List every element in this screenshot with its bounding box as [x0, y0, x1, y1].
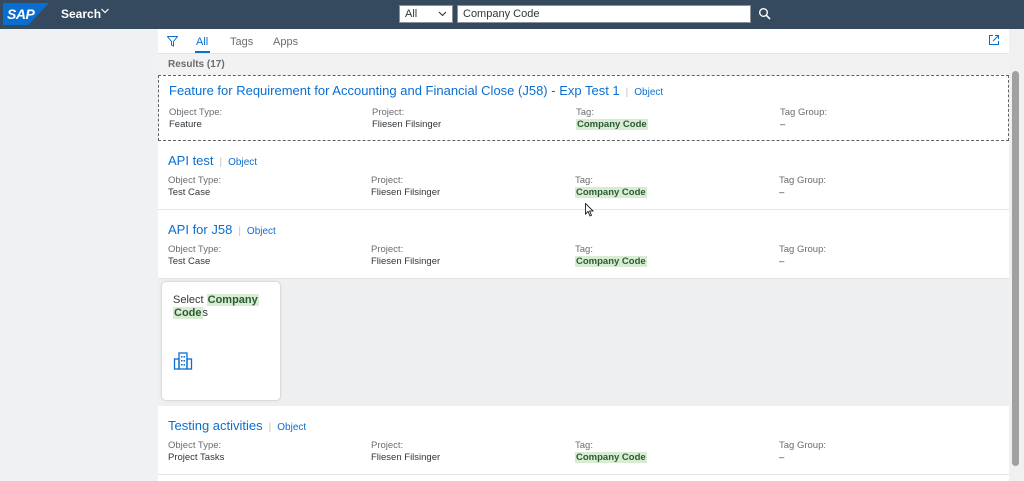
- attr-tag-group: Tag Group: –: [780, 107, 827, 130]
- attr-value: Feature: [169, 119, 202, 130]
- shell-title[interactable]: Search: [61, 7, 101, 21]
- separator: |: [268, 422, 272, 433]
- attr-label: Tag Group:: [779, 440, 826, 451]
- separator: |: [625, 87, 629, 98]
- attr-tag: Tag: Company Code: [575, 244, 647, 267]
- result-title[interactable]: API test | Object: [168, 153, 257, 168]
- attr-label: Project:: [371, 244, 404, 255]
- search-input[interactable]: [457, 5, 751, 23]
- attr-object-type: Object Type: Feature: [169, 107, 222, 130]
- attr-label: Project:: [371, 175, 404, 186]
- search-icon[interactable]: [758, 7, 772, 21]
- attr-value: Test Case: [168, 256, 211, 267]
- attr-tag: Tag: Company Code: [576, 107, 648, 130]
- app-tile[interactable]: Select Company Codes: [162, 282, 280, 400]
- result-title-link[interactable]: Testing activities: [168, 418, 263, 433]
- tile-text-suffix: s: [202, 307, 209, 319]
- result-title[interactable]: Testing activities | Object: [168, 418, 306, 433]
- search-scope-select[interactable]: All: [399, 5, 453, 23]
- attr-label: Tag:: [576, 107, 594, 118]
- building-icon: [173, 352, 193, 370]
- attr-label: Object Type:: [169, 107, 223, 118]
- result-type: Object: [246, 226, 276, 237]
- attr-value: Fliesen Filsinger: [371, 452, 441, 463]
- attr-label: Tag:: [575, 440, 593, 451]
- attr-project: Project: Fliesen Filsinger: [372, 107, 441, 130]
- chevron-down-icon[interactable]: [101, 7, 109, 15]
- attr-object-type: Object Type: Test Case: [168, 244, 221, 267]
- attr-tag: Tag: Company Code: [575, 175, 647, 198]
- scrollbar-thumb[interactable]: [1012, 71, 1019, 466]
- tab-all[interactable]: All: [196, 36, 208, 48]
- attr-label: Tag Group:: [779, 175, 826, 186]
- tile-highlight: Code: [173, 307, 203, 319]
- attr-value: Fliesen Filsinger: [371, 187, 441, 198]
- search-scope-value: All: [405, 8, 418, 20]
- attr-tag-group: Tag Group: –: [779, 244, 826, 267]
- attr-label: Object Type:: [168, 440, 222, 451]
- result-type: Object: [277, 422, 307, 433]
- attr-label: Tag Group:: [780, 107, 827, 118]
- result-item[interactable]: API test | Object Object Type: Test Case Pr…: [158, 141, 1009, 210]
- attr-label: Tag Group:: [779, 244, 826, 255]
- result-title-link[interactable]: Feature for Requirement for Accounting a…: [169, 83, 620, 98]
- separator: |: [219, 157, 223, 168]
- attr-value: Project Tasks: [168, 452, 225, 463]
- attr-value: Test Case: [168, 187, 211, 198]
- tag-highlight: Company Code: [575, 452, 647, 463]
- filter-icon[interactable]: [167, 36, 178, 47]
- app-tile-title: Select Company Codes: [173, 294, 268, 320]
- attr-tag-group: Tag Group: –: [779, 440, 826, 463]
- app-tile-row: Select Company Codes: [158, 279, 1009, 406]
- attr-label: Tag:: [575, 244, 593, 255]
- attr-label: Object Type:: [168, 175, 222, 186]
- attr-value: –: [779, 187, 785, 198]
- attr-value: Fliesen Filsinger: [371, 256, 441, 267]
- tag-highlight: Company Code: [575, 256, 647, 267]
- attr-label: Project:: [371, 440, 404, 451]
- tile-text-prefix: Select: [173, 294, 207, 306]
- results-count-bar: Results (17): [158, 53, 1009, 76]
- attr-label: Project:: [372, 107, 405, 118]
- attr-label: Object Type:: [168, 244, 222, 255]
- result-type: Object: [228, 157, 258, 168]
- result-type: Object: [634, 87, 664, 98]
- shell-bar: SAP Search All: [0, 0, 1024, 29]
- result-item[interactable]: API for J58 | Object Object Type: Test Case…: [158, 210, 1009, 279]
- result-title-link[interactable]: API test: [168, 153, 214, 168]
- attr-object-type: Object Type: Test Case: [168, 175, 221, 198]
- attr-value: –: [780, 119, 786, 130]
- result-title-link[interactable]: API for J58: [168, 222, 232, 237]
- tab-tags[interactable]: Tags: [230, 36, 253, 48]
- attr-project: Project: Fliesen Filsinger: [371, 440, 440, 463]
- mouse-cursor-icon: [585, 203, 594, 217]
- attr-object-type: Object Type: Project Tasks: [168, 440, 224, 463]
- tab-apps[interactable]: Apps: [273, 36, 298, 48]
- attr-label: Tag:: [575, 175, 593, 186]
- attr-project: Project: Fliesen Filsinger: [371, 175, 440, 198]
- attr-value: –: [779, 452, 785, 463]
- result-item[interactable]: Testing activities | Object Object Type: Pr…: [158, 406, 1009, 475]
- attr-value: –: [779, 256, 785, 267]
- chevron-down-icon: [438, 11, 447, 17]
- attr-project: Project: Fliesen Filsinger: [371, 244, 440, 267]
- sap-logo[interactable]: SAP: [3, 3, 49, 25]
- attr-tag-group: Tag Group: –: [779, 175, 826, 198]
- separator: |: [238, 226, 241, 237]
- tile-highlight: Company: [206, 294, 259, 306]
- attr-value: Fliesen Filsinger: [372, 119, 442, 130]
- result-title[interactable]: API for J58 | Object: [168, 222, 276, 237]
- tag-highlight: Company Code: [576, 119, 648, 130]
- results-count: Results (17): [168, 59, 225, 70]
- result-item[interactable]: Feature for Requirement for Accounting a…: [158, 75, 1009, 141]
- search-results-panel: All Tags Apps Results (17) Feature for R…: [158, 29, 1009, 481]
- tag-highlight: Company Code: [575, 187, 647, 198]
- attr-tag: Tag: Company Code: [575, 440, 647, 463]
- export-icon[interactable]: [988, 34, 1000, 46]
- result-title[interactable]: Feature for Requirement for Accounting a…: [169, 83, 663, 98]
